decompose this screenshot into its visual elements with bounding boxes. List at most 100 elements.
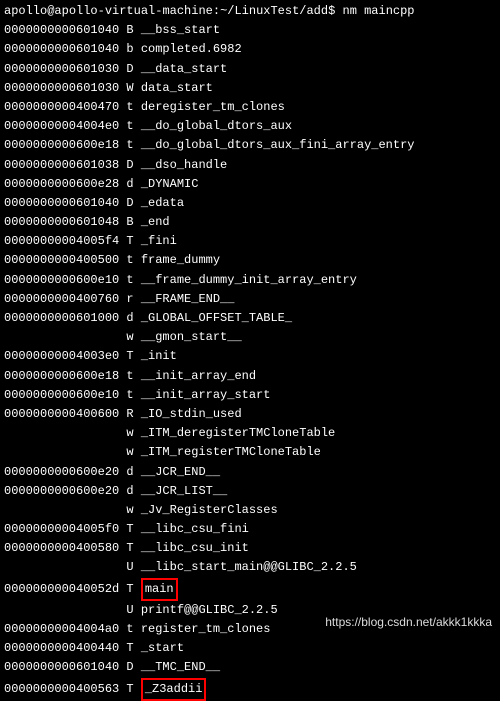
symbol-name: _IO_stdin_used <box>141 407 242 421</box>
symbol-type: t <box>119 100 141 114</box>
symbol-address: 00000000004003e0 <box>4 349 119 363</box>
symbol-address: 00000000004005f4 <box>4 234 119 248</box>
symbol-type: T <box>119 682 141 696</box>
symbol-name: __bss_start <box>141 23 220 37</box>
nm-row: 0000000000600e18 t __do_global_dtors_aux… <box>4 136 496 155</box>
symbol-type: B <box>119 23 141 37</box>
symbol-address: 0000000000601030 <box>4 62 119 76</box>
highlight-box: _Z3addii <box>141 678 207 701</box>
symbol-type: b <box>119 42 141 56</box>
nm-row: 0000000000400563 T _Z3addii <box>4 678 496 701</box>
nm-row: 0000000000601040 D __TMC_END__ <box>4 658 496 677</box>
symbol-type: w <box>119 445 141 459</box>
symbol-address: 0000000000600e28 <box>4 177 119 191</box>
nm-row: 00000000004004e0 t __do_global_dtors_aux <box>4 117 496 136</box>
symbol-type: T <box>119 541 141 555</box>
symbol-address: 0000000000601040 <box>4 42 119 56</box>
symbol-address: 0000000000400600 <box>4 407 119 421</box>
symbol-name: main <box>141 582 178 596</box>
symbol-name: printf@@GLIBC_2.2.5 <box>141 603 278 617</box>
nm-row: 0000000000600e20 d __JCR_LIST__ <box>4 482 496 501</box>
watermark-text: https://blog.csdn.net/akkk1kkka <box>325 613 492 632</box>
symbol-address <box>4 445 119 459</box>
nm-row: 0000000000601040 D _edata <box>4 194 496 213</box>
symbol-address: 0000000000601038 <box>4 158 119 172</box>
prompt-dollar: $ <box>328 4 342 18</box>
symbol-type: w <box>119 503 141 517</box>
symbol-address: 0000000000400563 <box>4 682 119 696</box>
nm-row: 0000000000601030 W data_start <box>4 79 496 98</box>
symbol-address: 0000000000601040 <box>4 23 119 37</box>
symbol-name: completed.6982 <box>141 42 242 56</box>
symbol-type: W <box>119 81 141 95</box>
symbol-type: D <box>119 660 141 674</box>
symbol-address: 0000000000400440 <box>4 641 119 655</box>
symbol-address: 0000000000601030 <box>4 81 119 95</box>
symbol-name: _end <box>141 215 170 229</box>
symbol-name: _edata <box>141 196 184 210</box>
nm-row: 0000000000600e10 t __init_array_start <box>4 386 496 405</box>
symbol-type: w <box>119 330 141 344</box>
symbol-address <box>4 503 119 517</box>
symbol-name: __do_global_dtors_aux <box>141 119 292 133</box>
symbol-type: w <box>119 426 141 440</box>
symbol-type: d <box>119 465 141 479</box>
symbol-name: __JCR_LIST__ <box>141 484 227 498</box>
symbol-type: D <box>119 158 141 172</box>
nm-output: 0000000000601040 B __bss_start 0000000000… <box>4 21 496 701</box>
symbol-address: 0000000000400470 <box>4 100 119 114</box>
symbol-address: 00000000004004a0 <box>4 622 119 636</box>
symbol-address: 0000000000600e18 <box>4 138 119 152</box>
symbol-type: T <box>119 234 141 248</box>
symbol-name: _fini <box>141 234 177 248</box>
symbol-name: __init_array_start <box>141 388 271 402</box>
symbol-type: D <box>119 62 141 76</box>
nm-row: 0000000000601038 D __dso_handle <box>4 156 496 175</box>
symbol-type: t <box>119 388 141 402</box>
symbol-address: 0000000000600e20 <box>4 465 119 479</box>
symbol-name: _Z3addii <box>141 682 207 696</box>
symbol-name: _ITM_deregisterTMCloneTable <box>141 426 335 440</box>
symbol-address <box>4 426 119 440</box>
symbol-type: d <box>119 177 141 191</box>
symbol-type: d <box>119 311 141 325</box>
symbol-name: _start <box>141 641 184 655</box>
symbol-address: 0000000000601000 <box>4 311 119 325</box>
nm-row: 0000000000400440 T _start <box>4 639 496 658</box>
symbol-name: _init <box>141 349 177 363</box>
symbol-address: 0000000000400580 <box>4 541 119 555</box>
symbol-name: __data_start <box>141 62 227 76</box>
nm-row: U __libc_start_main@@GLIBC_2.2.5 <box>4 558 496 577</box>
symbol-name: _ITM_registerTMCloneTable <box>141 445 321 459</box>
symbol-type: T <box>119 349 141 363</box>
symbol-address: 0000000000600e10 <box>4 273 119 287</box>
symbol-type: t <box>119 622 141 636</box>
nm-row: w _ITM_deregisterTMCloneTable <box>4 424 496 443</box>
symbol-type: B <box>119 215 141 229</box>
nm-row: 0000000000400500 t frame_dummy <box>4 251 496 270</box>
symbol-type: t <box>119 119 141 133</box>
symbol-address: 000000000040052d <box>4 582 119 596</box>
symbol-name: _DYNAMIC <box>141 177 199 191</box>
symbol-type: r <box>119 292 141 306</box>
symbol-name: deregister_tm_clones <box>141 100 285 114</box>
symbol-name: __libc_start_main@@GLIBC_2.2.5 <box>141 560 357 574</box>
symbol-address: 0000000000600e10 <box>4 388 119 402</box>
symbol-name: register_tm_clones <box>141 622 271 636</box>
symbol-name: frame_dummy <box>141 253 220 267</box>
symbol-type: U <box>119 603 141 617</box>
symbol-type: t <box>119 273 141 287</box>
command-text[interactable]: nm maincpp <box>343 4 415 18</box>
symbol-name: __frame_dummy_init_array_entry <box>141 273 357 287</box>
symbol-name: __FRAME_END__ <box>141 292 235 306</box>
symbol-name: __gmon_start__ <box>141 330 242 344</box>
nm-row: 0000000000400580 T __libc_csu_init <box>4 539 496 558</box>
nm-row: w _Jv_RegisterClasses <box>4 501 496 520</box>
symbol-address: 0000000000601040 <box>4 660 119 674</box>
nm-row: 0000000000400470 t deregister_tm_clones <box>4 98 496 117</box>
symbol-name: __libc_csu_init <box>141 541 249 555</box>
prompt-path: ~/LinuxTest/add <box>220 4 328 18</box>
symbol-address: 0000000000400500 <box>4 253 119 267</box>
symbol-name: __dso_handle <box>141 158 227 172</box>
nm-row: 0000000000400600 R _IO_stdin_used <box>4 405 496 424</box>
